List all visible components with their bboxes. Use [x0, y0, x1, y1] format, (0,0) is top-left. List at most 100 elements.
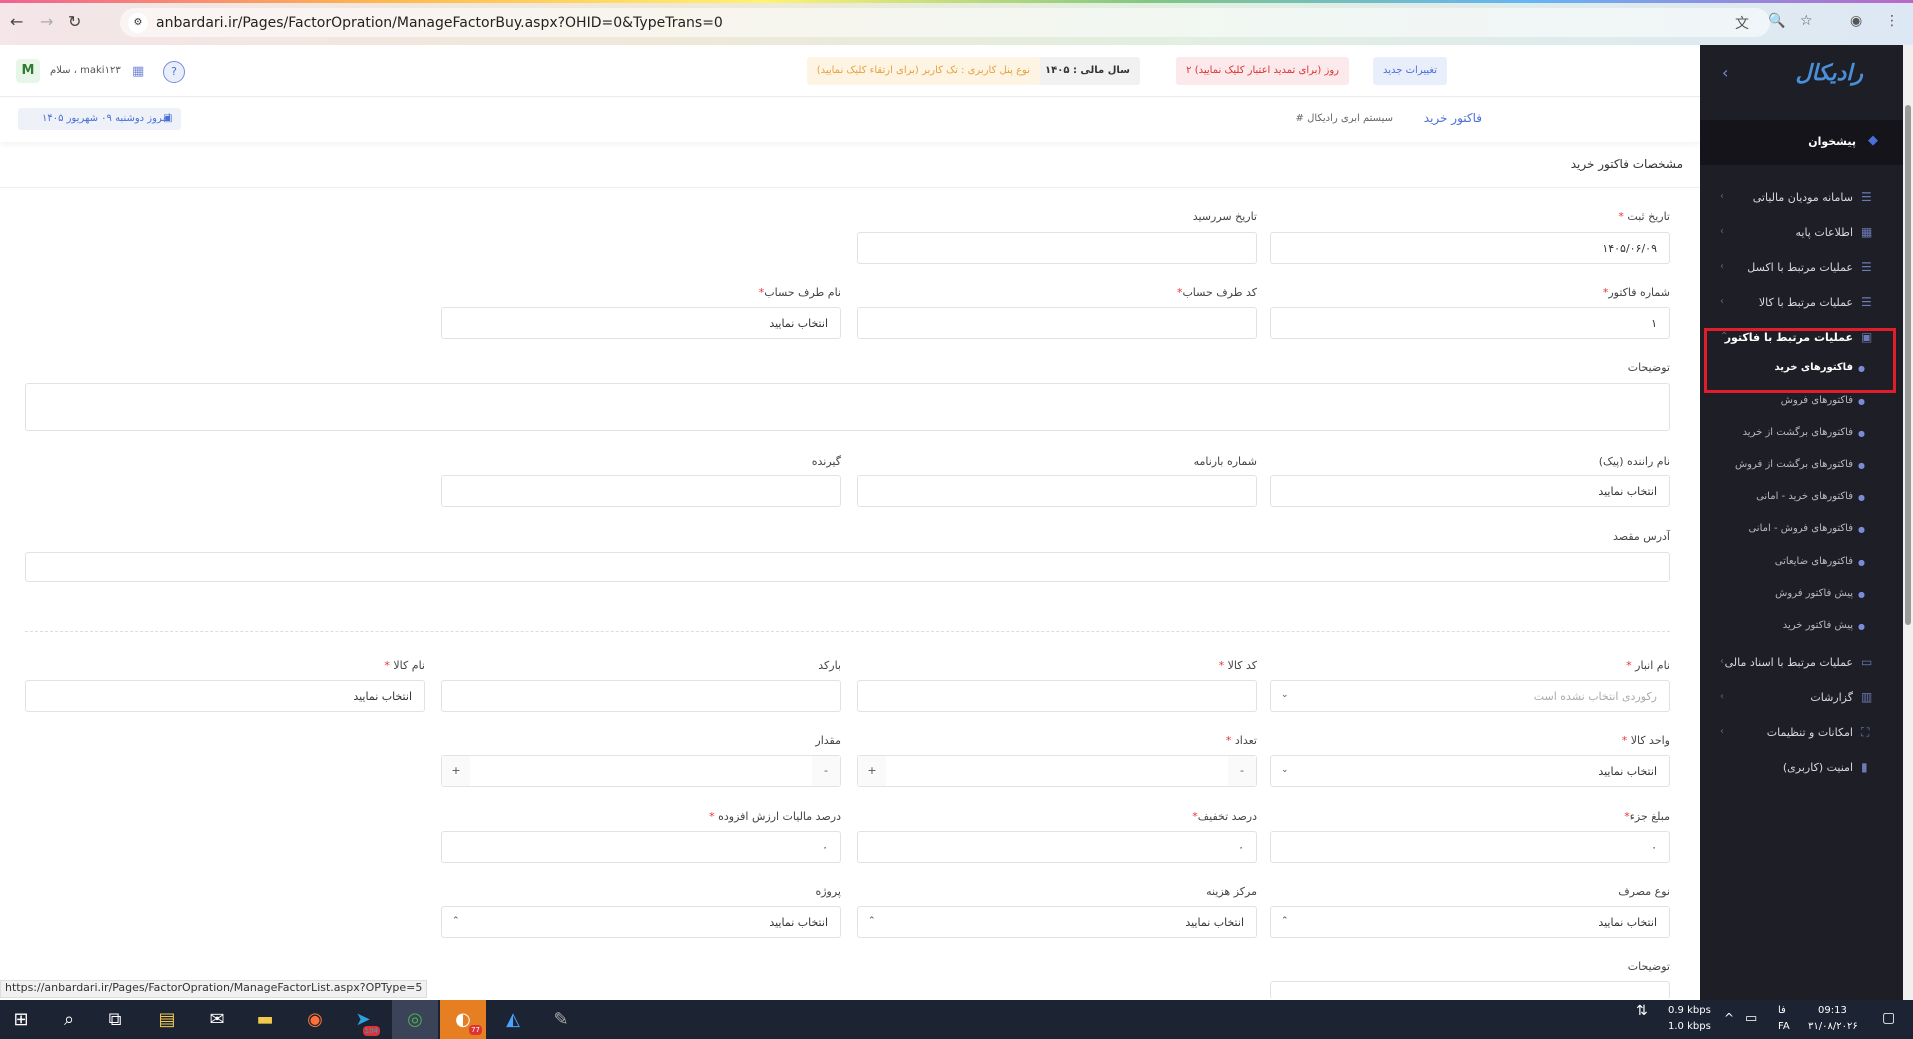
- description2-input[interactable]: [1270, 981, 1670, 999]
- count-plus-button[interactable]: +: [858, 756, 886, 786]
- waybill-input[interactable]: [857, 475, 1257, 507]
- factor-no-input[interactable]: ۱: [1270, 307, 1670, 339]
- reload-icon[interactable]: ↻: [68, 12, 81, 31]
- upgrade-panel-button[interactable]: نوع پنل کاربری : تک کاربر (برای ارتقاء ک…: [806, 57, 1040, 85]
- sidebar-item-dashboard[interactable]: پیشخوان ◆: [1700, 120, 1903, 165]
- account-code-input[interactable]: [857, 307, 1257, 339]
- reg-date-input[interactable]: ۱۴۰۵/۰۶/۰۹: [1270, 232, 1670, 264]
- sidebar-subitem-sell-returns[interactable]: ● فاکتورهای برگشت از فروش: [1700, 450, 1903, 480]
- project-select[interactable]: انتخاب نمایید ⌃: [441, 906, 841, 938]
- site-info-icon[interactable]: ⚙: [128, 13, 148, 33]
- chart-icon: ▥: [1861, 690, 1873, 704]
- list-icon: ☰: [1861, 190, 1872, 204]
- scrollbar-thumb[interactable]: [1905, 105, 1911, 625]
- address-textarea[interactable]: [25, 552, 1670, 582]
- logo[interactable]: رادیکال: [1796, 61, 1864, 86]
- unit-price-input[interactable]: ۰: [1270, 831, 1670, 863]
- item-name-select[interactable]: انتخاب نمایید: [25, 680, 425, 712]
- mail-icon[interactable]: ✉: [200, 1006, 234, 1034]
- notification-icon[interactable]: ▢: [1882, 1010, 1895, 1026]
- help-icon[interactable]: ?: [163, 61, 185, 83]
- back-icon[interactable]: ←: [10, 12, 23, 31]
- driver-select[interactable]: انتخاب نمایید: [1270, 475, 1670, 507]
- windows-start-icon[interactable]: ⊞: [4, 1006, 38, 1034]
- chrome-icon[interactable]: ◎: [392, 1000, 438, 1039]
- count-stepper[interactable]: + -: [857, 755, 1257, 787]
- avatar[interactable]: M: [16, 59, 40, 83]
- amount-minus-button[interactable]: -: [812, 756, 840, 786]
- section-divider: [25, 631, 1670, 632]
- sidebar-item-settings[interactable]: ⛶ امکانات و تنظیمات ‹: [1700, 716, 1903, 750]
- sidebar-item-reports[interactable]: ▥ گزارشات ‹: [1700, 681, 1903, 715]
- count-label: * تعداد: [1225, 734, 1257, 747]
- zoom-icon[interactable]: 🔍: [1768, 13, 1785, 29]
- warehouse-select[interactable]: رکوردی انتخاب نشده است ⌄: [1270, 680, 1670, 712]
- file-explorer-icon[interactable]: ▬: [248, 1006, 282, 1034]
- lang-indicator[interactable]: FA: [1778, 1021, 1790, 1032]
- sidebar-subitem-buy-proforma[interactable]: ● پیش فاکتور خرید: [1700, 611, 1903, 641]
- breadcrumb[interactable]: # سیستم ابری رادیکال: [1296, 113, 1394, 124]
- profile-icon[interactable]: ◉: [1850, 13, 1862, 29]
- chevron-icon: ‹: [1720, 726, 1724, 737]
- sidebar-item-security[interactable]: ▮ امنیت (کاربری): [1700, 751, 1903, 785]
- task-view-icon[interactable]: ⧉: [98, 1006, 132, 1034]
- tray-chevron-icon[interactable]: ^: [1724, 1011, 1734, 1025]
- url-text: anbardari.ir/Pages/FactorOpration/Manage…: [156, 15, 723, 31]
- grid-icon: ▦: [1861, 225, 1873, 239]
- unit-select[interactable]: انتخاب نمایید ⌄: [1270, 755, 1670, 787]
- renew-credit-button[interactable]: ۲ روز (برای تمدید اعتبار کلیک نمایید): [1176, 57, 1349, 85]
- app-icon[interactable]: ◐ 77: [440, 1000, 486, 1039]
- sidebar-subitem-sell-consign[interactable]: ● فاکتورهای فروش - امانی: [1700, 514, 1903, 544]
- amount-plus-button[interactable]: +: [442, 756, 470, 786]
- barcode-input[interactable]: [441, 680, 841, 712]
- firefox-icon[interactable]: ◉: [298, 1006, 332, 1034]
- sidebar-item-base-info[interactable]: ▦ اطلاعات پایه ‹: [1700, 216, 1903, 250]
- chevron-icon: ‹: [1720, 296, 1724, 307]
- collapse-sidebar-icon[interactable]: ‹: [1722, 63, 1728, 82]
- receiver-label: گیرنده: [811, 455, 841, 468]
- cost-center-select[interactable]: انتخاب نمایید ⌃: [857, 906, 1257, 938]
- due-date-input[interactable]: [857, 232, 1257, 264]
- search-icon[interactable]: ⌕: [52, 1006, 86, 1034]
- item-code-input[interactable]: [857, 680, 1257, 712]
- apps-grid-icon[interactable]: ▦: [132, 64, 144, 79]
- clock-date[interactable]: ۳۱/۰۸/۲۰۲۶: [1808, 1021, 1858, 1032]
- telegram-icon[interactable]: ➤ 104: [346, 1006, 380, 1036]
- clock-time[interactable]: 09:13: [1818, 1005, 1847, 1016]
- chevron-icon: ‹: [1720, 691, 1724, 702]
- vpn-icon[interactable]: ◭: [496, 1006, 530, 1034]
- account-name-select[interactable]: انتخاب نمایید: [441, 307, 841, 339]
- translate-icon[interactable]: 文: [1735, 13, 1749, 33]
- vat-input[interactable]: ۰: [441, 831, 841, 863]
- chevron-icon: ‹: [1720, 656, 1724, 667]
- sidebar-subitem-sell-proforma[interactable]: ● پیش فاکتور فروش: [1700, 579, 1903, 609]
- chevron-up-icon: ⌃: [1281, 916, 1289, 926]
- paint-icon[interactable]: ✎: [544, 1006, 578, 1034]
- sidebar-subitem-waste[interactable]: ● فاکتورهای ضایعاتی: [1700, 547, 1903, 577]
- store-icon[interactable]: ▤: [150, 1006, 184, 1034]
- receiver-input[interactable]: [441, 475, 841, 507]
- bookmark-star-icon[interactable]: ☆: [1800, 13, 1813, 29]
- description-textarea[interactable]: [25, 383, 1670, 431]
- forward-icon[interactable]: →: [40, 12, 53, 31]
- taskbar: ⊞ ⌕ ⧉ ▤ ✉ ▬ ◉ ➤ 104 ◎ ◐ 77 ◭ ✎ ⇅ 0.9 kbps …: [0, 1000, 1913, 1039]
- sidebar-item-tax-system[interactable]: ☰ سامانه مودیان مالیاتی ‹: [1700, 181, 1903, 215]
- page-scrollbar[interactable]: [1903, 45, 1913, 1000]
- usage-select[interactable]: انتخاب نمایید ⌃: [1270, 906, 1670, 938]
- sidebar-item-financial-docs[interactable]: ▭ عملیات مرتبط با اسناد مالی ‹: [1700, 646, 1903, 680]
- sidebar-subitem-buy-returns[interactable]: ● فاکتورهای برگشت از خرید: [1700, 418, 1903, 448]
- docs-icon: ▭: [1861, 655, 1873, 669]
- menu-icon[interactable]: ⋮: [1885, 13, 1899, 29]
- sidebar-subitem-buy-consign[interactable]: ● فاکتورهای خرید - امانی: [1700, 482, 1903, 512]
- item-name-label: * نام کالا: [384, 659, 425, 672]
- new-changes-button[interactable]: تغییرات جدید: [1373, 57, 1447, 85]
- fiscal-year-badge[interactable]: سال مالی : ۱۴۰۵: [1035, 57, 1140, 85]
- sidebar-item-goods[interactable]: ☰ عملیات مرتبط با کالا ‹: [1700, 286, 1903, 320]
- count-minus-button[interactable]: -: [1228, 756, 1256, 786]
- address-bar[interactable]: ⚙ anbardari.ir/Pages/FactorOpration/Mana…: [120, 8, 1770, 37]
- network-icon[interactable]: ▭: [1745, 1011, 1757, 1026]
- discount-input[interactable]: ۰: [857, 831, 1257, 863]
- usage-label: نوع مصرف: [1618, 885, 1670, 898]
- amount-stepper[interactable]: + -: [441, 755, 841, 787]
- sidebar-item-excel[interactable]: ☰ عملیات مرتبط با اکسل ‹: [1700, 251, 1903, 285]
